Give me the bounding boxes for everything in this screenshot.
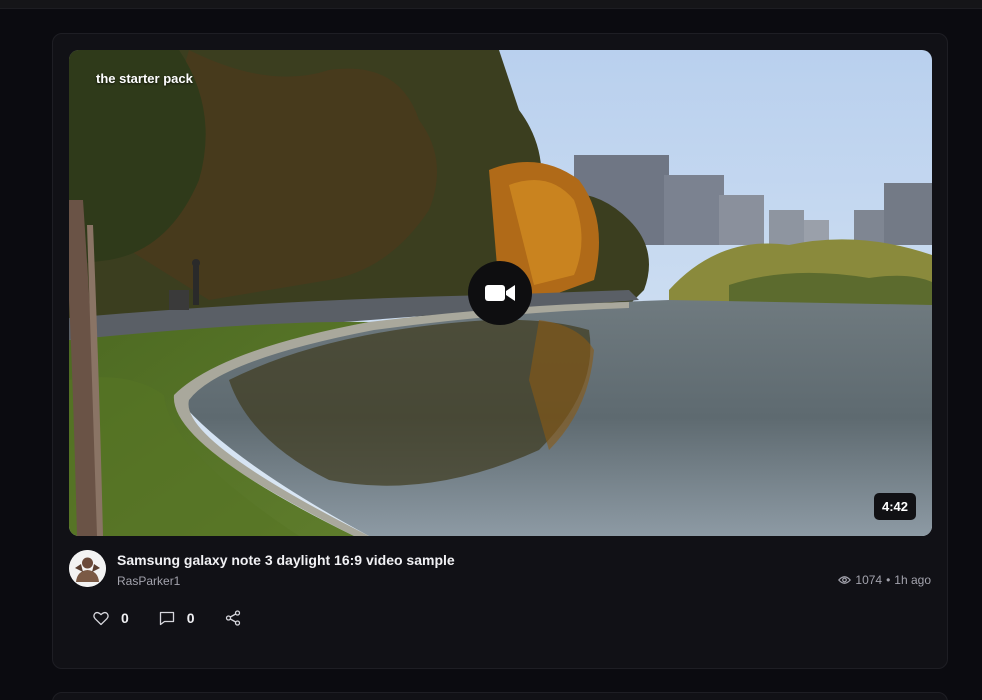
video-camera-icon <box>485 283 515 303</box>
like-count: 0 <box>121 610 129 626</box>
collection-tag[interactable]: the starter pack <box>96 71 193 86</box>
like-button[interactable]: 0 <box>93 610 129 626</box>
video-post-card: the starter pack 4:42 Samsung galaxy not… <box>52 33 948 669</box>
view-count: 1074 <box>855 573 883 587</box>
share-icon <box>225 610 241 626</box>
author-avatar[interactable] <box>69 550 106 587</box>
duration-badge: 4:42 <box>873 493 916 520</box>
video-thumbnail[interactable]: the starter pack 4:42 <box>69 50 932 536</box>
action-bar: 0 0 <box>93 610 271 626</box>
time-ago: 1h ago <box>894 573 931 587</box>
next-post-card <box>52 692 948 700</box>
eye-icon <box>838 575 852 585</box>
comment-count: 0 <box>186 610 195 626</box>
top-bar <box>0 0 982 9</box>
video-title[interactable]: Samsung galaxy note 3 daylight 16:9 vide… <box>117 552 455 568</box>
heart-icon <box>93 611 109 626</box>
video-meta: 1074 • 1h ago <box>838 573 931 587</box>
play-button[interactable] <box>468 261 532 325</box>
author-name[interactable]: RasParker1 <box>117 574 180 588</box>
share-button[interactable] <box>225 610 241 626</box>
comment-button[interactable]: 0 <box>159 610 195 626</box>
meta-separator: • <box>886 573 891 587</box>
comment-icon <box>159 611 175 626</box>
